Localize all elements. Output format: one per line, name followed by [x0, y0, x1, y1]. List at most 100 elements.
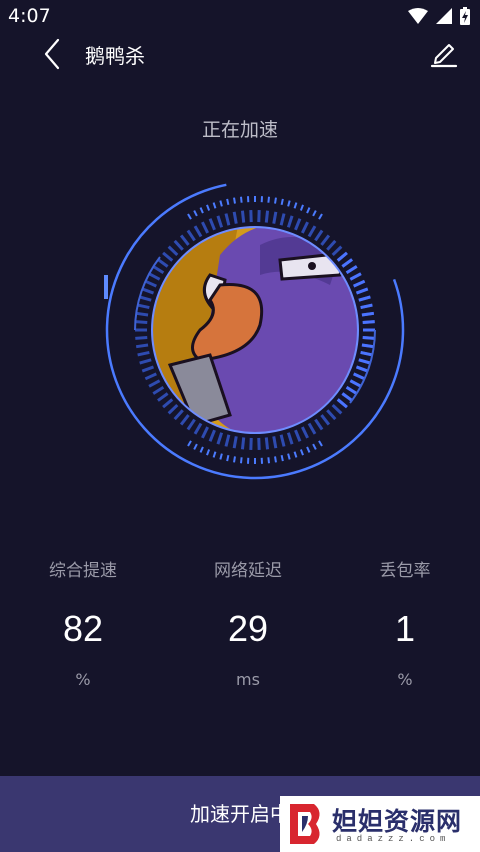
dial-tick [239, 457, 243, 464]
status-icons [408, 7, 470, 25]
dial-tick [193, 225, 203, 238]
dial-tick [206, 449, 211, 456]
dial-tick [193, 422, 203, 435]
stat-latency: 网络延迟 29 ms [168, 556, 328, 689]
dial-tick [312, 210, 317, 217]
dial-tick [287, 200, 291, 207]
dial-tick [294, 429, 302, 442]
dial-tick [355, 287, 369, 295]
dial-tick [144, 279, 157, 288]
dial-tick [318, 440, 323, 447]
dial-tick [144, 372, 157, 381]
dial-tick [300, 221, 309, 234]
dial-tick [349, 272, 362, 281]
dial-tick [162, 398, 174, 409]
dial-tick [326, 409, 337, 421]
stat-value: 1 [394, 608, 416, 649]
dial-tick [179, 414, 190, 426]
dial-tick [216, 215, 224, 228]
stat-label: 综合提速 [49, 561, 117, 581]
dial-tick [361, 311, 375, 317]
dial-tick [336, 251, 348, 262]
stat-value: 29 [227, 608, 269, 649]
dial-tick [272, 436, 278, 449]
dial-tick [152, 265, 165, 275]
dial-tick [341, 392, 353, 402]
dial-tick [362, 336, 375, 340]
dial-tick [320, 414, 331, 426]
dial-tick [312, 443, 317, 450]
dial-tick [162, 251, 174, 262]
dial-tick [139, 358, 152, 365]
dial-tick [193, 210, 198, 217]
dial-tick [294, 218, 302, 231]
dial-tick [306, 207, 311, 214]
dial-tick [279, 213, 286, 226]
dial-tick [293, 451, 298, 458]
dial-tick [135, 320, 148, 324]
dial-tick [167, 403, 179, 415]
dial-tick [219, 200, 223, 207]
dial-tick [272, 211, 278, 224]
dial-tick [331, 403, 343, 415]
dial-tick [299, 204, 304, 211]
dial-tick [306, 446, 311, 453]
dial-tick [264, 437, 270, 450]
dial-tick [360, 303, 373, 310]
dial-tick [206, 204, 211, 211]
dial-tick [137, 350, 150, 357]
acceleration-dial [104, 180, 405, 480]
dial-tick [345, 385, 358, 395]
dial-tick [362, 320, 375, 324]
dial-tick [135, 343, 149, 349]
dial-tick [152, 385, 165, 395]
dial-tick [240, 437, 246, 450]
wifi-icon [408, 8, 428, 24]
dial-tick [349, 379, 362, 388]
dial-tick [341, 258, 353, 268]
dial-tick [187, 440, 192, 447]
dial-tick [135, 336, 148, 340]
dial-tick [219, 453, 223, 460]
header: 鹅鸭杀 [0, 32, 480, 76]
edit-pencil-icon[interactable] [430, 38, 458, 68]
dial-tick [173, 239, 184, 251]
watermark-url: dadazzz.com [336, 834, 451, 844]
dial-tick [280, 454, 284, 462]
watermark-text: 妲妲资源网 [332, 807, 463, 836]
dial-tick [267, 196, 271, 203]
watermark: 妲妲资源网 dadazzz.com [280, 796, 480, 852]
dial-tick [224, 213, 231, 226]
dial-tick [267, 457, 271, 464]
dial-tick [167, 245, 179, 257]
stat-unit: % [75, 670, 91, 689]
dial-tick [212, 202, 217, 209]
dial-tick [193, 443, 198, 450]
dial-tick [199, 446, 204, 453]
stat-unit: % [397, 670, 413, 689]
dial-tick [293, 202, 298, 209]
dial-tick [233, 456, 236, 463]
dial-tick [148, 379, 161, 388]
page-title: 鹅鸭杀 [85, 44, 145, 68]
stat-speedup: 综合提速 82 % [3, 556, 163, 689]
dial-tick [361, 343, 375, 349]
stat-unit: ms [236, 670, 260, 689]
dial-tick [141, 287, 155, 295]
dial-tick [307, 422, 317, 435]
dial-tick [353, 372, 366, 381]
stat-packet-loss: 丢包率 1 % [325, 556, 480, 689]
dial-tick [360, 350, 373, 357]
dial-tick [186, 229, 196, 242]
dial-tick [314, 418, 324, 431]
dial-tick [173, 409, 184, 421]
stat-label: 丢包率 [379, 561, 431, 581]
dial-tick [299, 449, 304, 456]
dial-tick [345, 265, 358, 275]
dial-tick [135, 311, 149, 317]
back-arrow-icon[interactable] [38, 36, 68, 72]
stat-label: 网络延迟 [214, 561, 282, 581]
dial-tick [232, 436, 238, 449]
dial-tick [201, 426, 210, 439]
dial-tick [157, 258, 169, 268]
